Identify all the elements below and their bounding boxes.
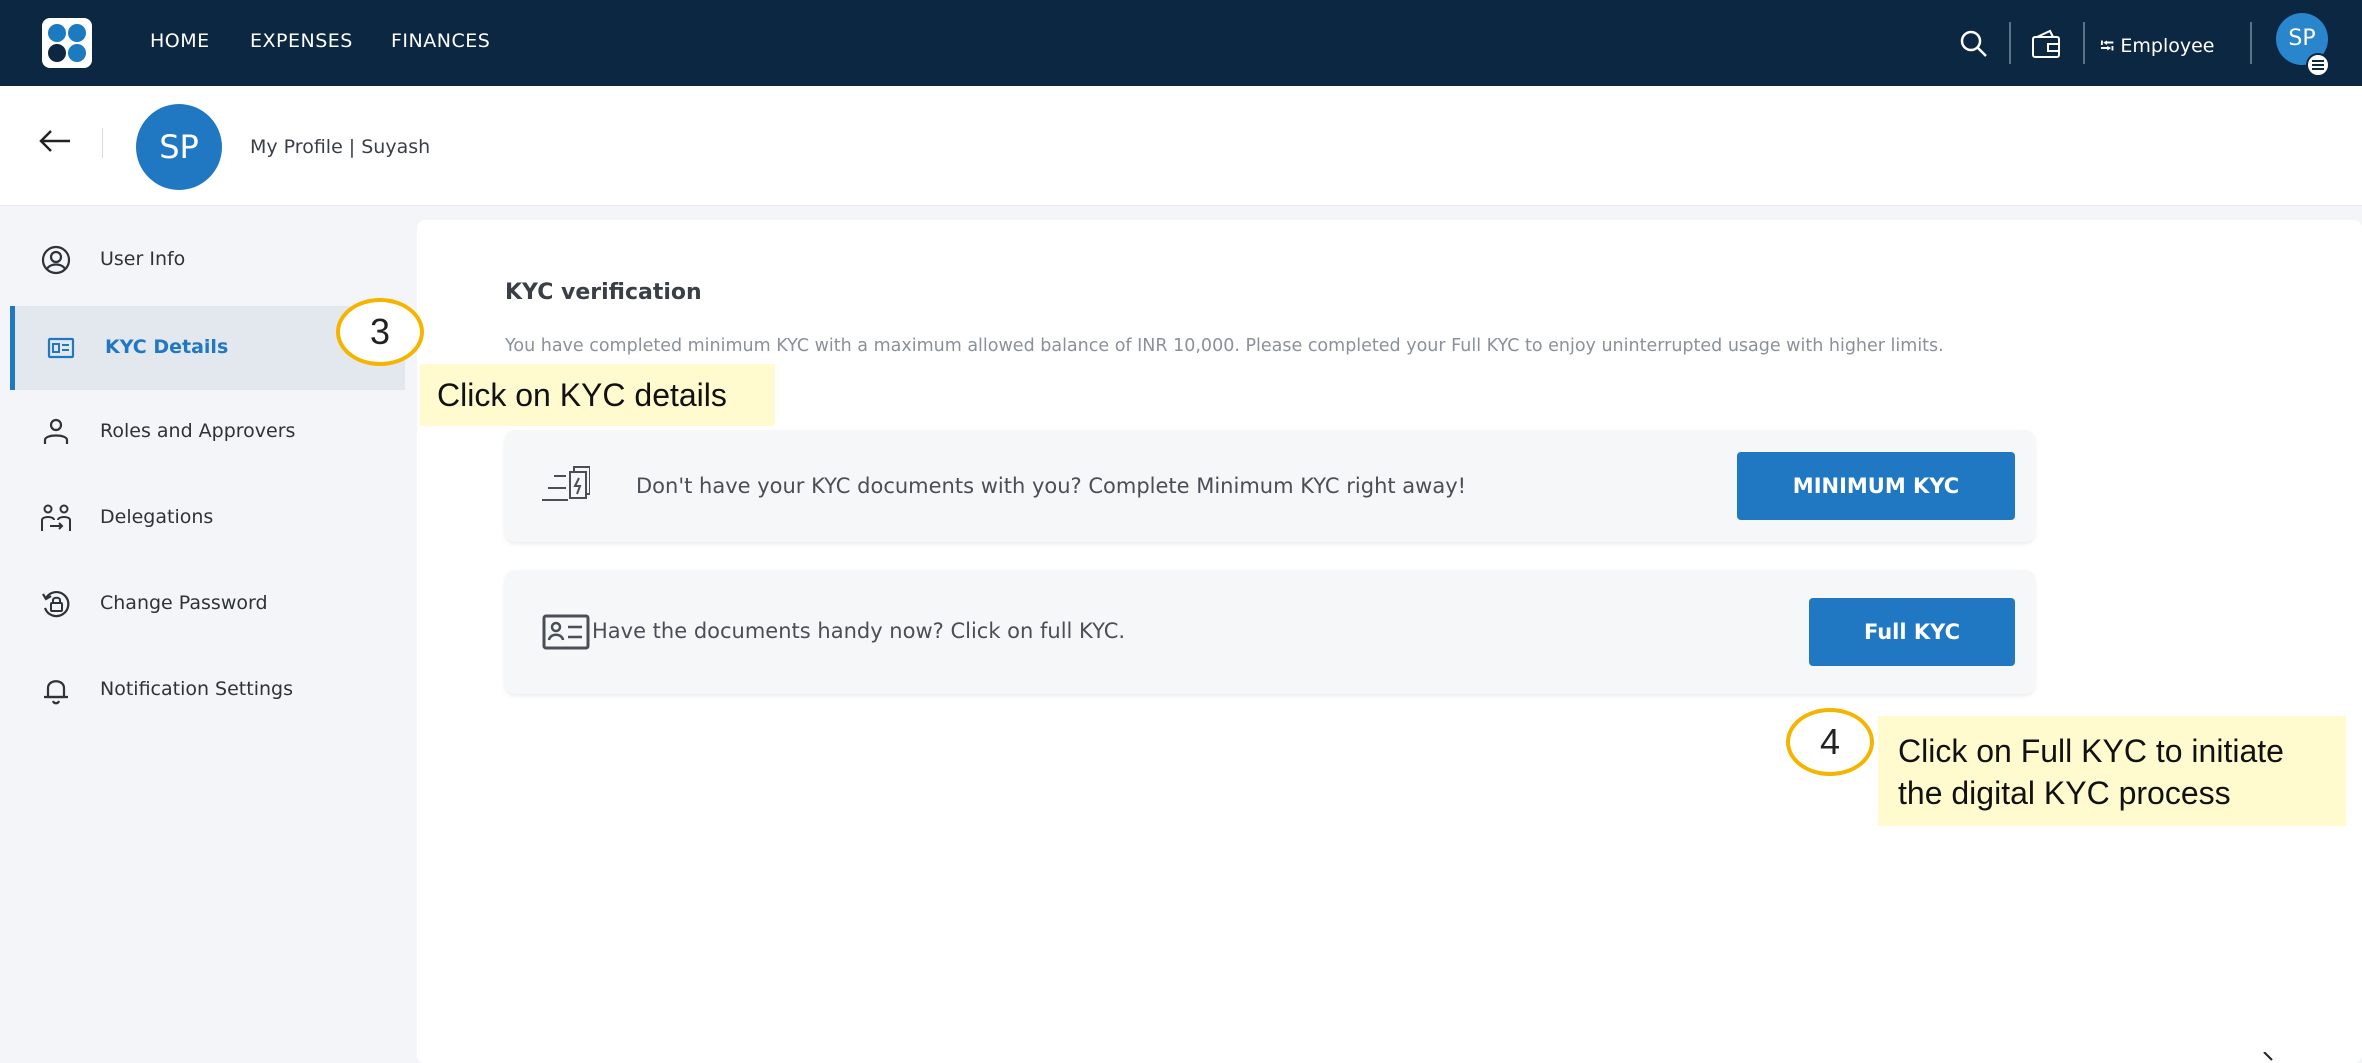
minimum-kyc-button[interactable]: MINIMUM KYC: [1737, 452, 2015, 520]
id-card-icon: [542, 614, 590, 650]
step-4-marker: 4: [1786, 708, 1874, 776]
sidebar-item-delegations[interactable]: Delegations: [10, 476, 405, 560]
step-4-callout-line1: Click on Full KYC to initiate: [1898, 733, 2284, 769]
full-kyc-text: Have the documents handy now? Click on f…: [592, 619, 1126, 643]
kyc-description: You have completed minimum KYC with a ma…: [505, 336, 1944, 356]
top-navbar: HOME EXPENSES FINANCES ⭾ Employee SP: [0, 0, 2362, 86]
nav-home[interactable]: HOME: [150, 30, 210, 52]
step-4-callout-line2: the digital KYC process: [1898, 775, 2231, 811]
bell-icon: [44, 680, 68, 705]
header-divider: [102, 128, 103, 158]
nav-finances[interactable]: FINANCES: [391, 30, 490, 52]
nav-divider: [2250, 22, 2252, 64]
nav-expenses[interactable]: EXPENSES: [250, 30, 353, 52]
wallet-icon[interactable]: [2030, 28, 2062, 60]
sidebar-item-change-password[interactable]: Change Password: [10, 562, 405, 646]
password-reset-icon: [42, 591, 70, 618]
sidebar-item-label: KYC Details: [105, 336, 229, 358]
person-icon: [43, 418, 69, 444]
back-arrow-icon[interactable]: [38, 126, 72, 156]
menu-badge-icon[interactable]: [2306, 53, 2330, 77]
user-circle-icon: [41, 245, 71, 275]
kyc-heading: KYC verification: [505, 280, 702, 305]
profile-avatar: SP: [136, 104, 222, 190]
id-card-icon: [47, 337, 75, 359]
switch-role-button[interactable]: ⭾ Employee: [2100, 32, 2214, 64]
sidebar-item-label: Notification Settings: [100, 678, 293, 700]
profile-header: SP My Profile | Suyash: [0, 86, 2362, 206]
full-kyc-button[interactable]: Full KYC: [1809, 598, 2015, 666]
step-4-callout: Click on Full KYC to initiate the digita…: [1878, 716, 2346, 826]
sidebar-item-label: Delegations: [100, 506, 214, 528]
app-logo[interactable]: [42, 18, 92, 68]
sidebar-item-notification-settings[interactable]: Notification Settings: [10, 648, 405, 732]
sidebar-item-label: Change Password: [100, 592, 268, 614]
nav-divider: [2009, 22, 2011, 64]
step-3-callout: Click on KYC details: [420, 364, 775, 426]
sidebar-item-label: Roles and Approvers: [100, 420, 296, 442]
sidebar-item-user-info[interactable]: User Info: [10, 218, 405, 302]
sidebar-item-label: User Info: [100, 248, 186, 270]
fast-document-icon: [542, 466, 590, 501]
scroll-arrow-icon: [2263, 1052, 2273, 1061]
people-transfer-icon: [41, 504, 71, 531]
page-title: My Profile | Suyash: [250, 136, 431, 158]
minimum-kyc-text: Don't have your KYC documents with you? …: [636, 474, 1467, 498]
step-3-marker: 3: [336, 298, 424, 366]
nav-divider: [2083, 22, 2085, 64]
sidebar-item-roles-approvers[interactable]: Roles and Approvers: [10, 390, 405, 474]
search-icon[interactable]: [1958, 28, 1990, 60]
